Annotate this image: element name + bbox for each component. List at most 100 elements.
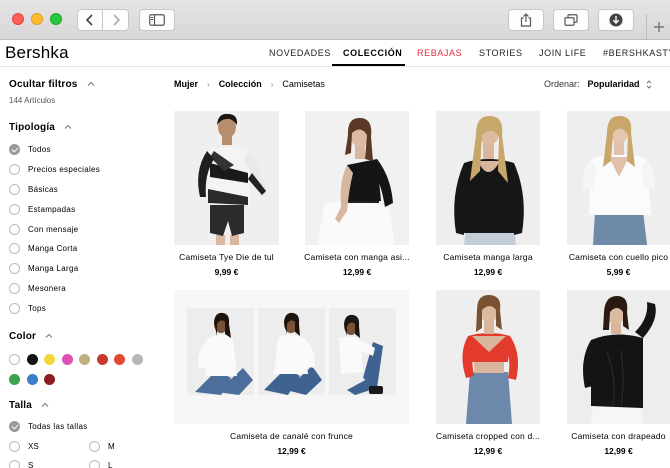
breadcrumb-mujer[interactable]: Mujer <box>174 79 198 89</box>
nav-join-life[interactable]: JOIN LIFE <box>539 48 586 58</box>
color-filter-header[interactable]: Color <box>9 331 53 342</box>
product-image[interactable] <box>567 290 670 424</box>
radio-icon <box>9 163 20 175</box>
color-swatch[interactable] <box>114 354 125 365</box>
filter-sidebar: Ocultar filtros 144 Artículos Tipología … <box>0 68 160 468</box>
sort-dropdown[interactable]: Ordenar: Popularidad <box>544 79 652 89</box>
breadcrumb-coleccion[interactable]: Colección <box>219 79 262 89</box>
forward-button[interactable] <box>103 9 129 31</box>
color-swatch[interactable] <box>61 354 73 365</box>
product-image[interactable] <box>436 290 540 424</box>
product-name[interactable]: Camiseta de canalé con frunce <box>174 431 409 441</box>
product-price: 5,99 € <box>606 267 631 277</box>
browser-toolbar <box>0 0 670 40</box>
downloads-button[interactable] <box>598 9 634 31</box>
product-image[interactable] <box>436 111 540 245</box>
radio-icon <box>9 459 20 468</box>
back-button[interactable] <box>77 9 103 31</box>
nav-stories[interactable]: STORIES <box>479 48 523 58</box>
product-image[interactable] <box>174 111 279 245</box>
radio-icon <box>9 223 20 235</box>
show-tabs-button[interactable] <box>553 9 589 31</box>
minimize-window-button[interactable] <box>31 13 43 25</box>
maximize-window-button[interactable] <box>50 13 62 25</box>
product-image[interactable] <box>305 111 409 245</box>
color-swatch[interactable] <box>96 354 108 365</box>
type-filter-header[interactable]: Tipología <box>9 122 72 133</box>
share-button[interactable] <box>508 9 544 31</box>
size-filter-title: Talla <box>9 400 33 411</box>
chevron-up-icon <box>87 81 94 86</box>
size-option-l[interactable]: L <box>89 459 112 468</box>
breadcrumb: Mujer › Colección › Camisetas <box>174 79 325 89</box>
type-option-tops[interactable]: Tops <box>9 302 46 314</box>
color-swatch[interactable] <box>9 374 20 385</box>
type-option-basicas[interactable]: Básicas <box>9 183 58 195</box>
product-name[interactable]: Camiseta con drapeado <box>565 431 670 441</box>
type-option-label: Precios especiales <box>28 164 101 174</box>
product-name[interactable]: Camiseta con cuello pico <box>565 252 670 262</box>
product-name[interactable]: Camiseta manga larga <box>434 252 542 262</box>
color-swatch[interactable] <box>131 354 143 365</box>
product-name[interactable]: Camiseta con manga asi... <box>303 252 411 262</box>
radio-icon <box>9 282 20 294</box>
hide-filters-toggle[interactable]: Ocultar filtros <box>9 79 95 90</box>
nav-coleccion[interactable]: COLECCIÓN <box>343 48 402 58</box>
chevron-up-icon <box>45 333 53 338</box>
sidebar-toggle-button[interactable] <box>139 9 175 31</box>
tabs-icon <box>564 14 578 26</box>
share-icon <box>520 13 532 27</box>
color-swatch[interactable] <box>9 354 20 365</box>
product-photo <box>567 290 670 424</box>
active-nav-indicator <box>332 64 405 66</box>
color-swatch[interactable] <box>44 354 55 365</box>
size-option-label: Todas las tallas <box>28 421 88 431</box>
size-filter-header[interactable]: Talla <box>9 400 49 411</box>
type-option-manga-corta[interactable]: Manga Corta <box>9 242 78 254</box>
size-option-xs[interactable]: XS <box>9 440 39 452</box>
nav-novedades[interactable]: NOVEDADES <box>269 48 331 58</box>
nav-bershkastyle[interactable]: #BERSHKASTYLE <box>603 48 670 58</box>
size-option-all[interactable]: Todas las tallas <box>9 420 88 432</box>
hide-filters-label: Ocultar filtros <box>9 79 78 90</box>
product-name[interactable]: Camiseta cropped con d... <box>434 431 542 441</box>
type-option-todos[interactable]: Todos <box>9 143 51 155</box>
type-option-label: Con mensaje <box>28 224 79 234</box>
type-option-mesonera[interactable]: Mesonera <box>9 282 66 294</box>
size-option-m[interactable]: M <box>89 440 115 452</box>
radio-icon <box>9 242 20 254</box>
type-option-estampadas[interactable]: Estampadas <box>9 203 75 215</box>
plus-icon <box>653 22 664 32</box>
color-swatch[interactable] <box>44 374 55 385</box>
chevron-up-icon <box>41 402 49 407</box>
chevron-up-icon <box>64 124 72 129</box>
nav-rebajas[interactable]: REBAJAS <box>417 48 462 58</box>
product-photo <box>436 111 540 245</box>
type-option-con-mensaje[interactable]: Con mensaje <box>9 223 78 235</box>
color-swatch[interactable] <box>26 354 38 365</box>
product-name[interactable]: Camiseta Tye Die de tul <box>172 252 281 262</box>
product-photo <box>174 290 409 424</box>
type-option-precios-especiales[interactable]: Precios especiales <box>9 163 100 175</box>
new-tab-button[interactable] <box>646 14 670 40</box>
type-option-manga-larga[interactable]: Manga Larga <box>9 262 78 274</box>
size-option-s[interactable]: S <box>9 459 33 468</box>
close-window-button[interactable] <box>12 13 24 25</box>
chevron-left-icon <box>85 14 93 26</box>
product-image[interactable] <box>567 111 670 245</box>
color-swatch[interactable] <box>26 374 38 385</box>
radio-checked-icon <box>9 143 20 155</box>
product-photo <box>567 111 670 245</box>
product-photo <box>174 111 279 245</box>
sort-label: Ordenar: <box>544 79 580 89</box>
size-option-label: M <box>108 441 115 451</box>
color-swatch[interactable] <box>79 354 90 365</box>
radio-icon <box>89 440 100 452</box>
product-price: 12,99 € <box>473 446 503 456</box>
size-option-label: L <box>108 460 113 468</box>
type-option-label: Todos <box>28 144 51 154</box>
size-option-label: XS <box>28 441 39 451</box>
color-filter-title: Color <box>9 331 37 342</box>
product-image[interactable] <box>174 290 409 424</box>
site-logo[interactable]: Bershka <box>5 43 69 63</box>
